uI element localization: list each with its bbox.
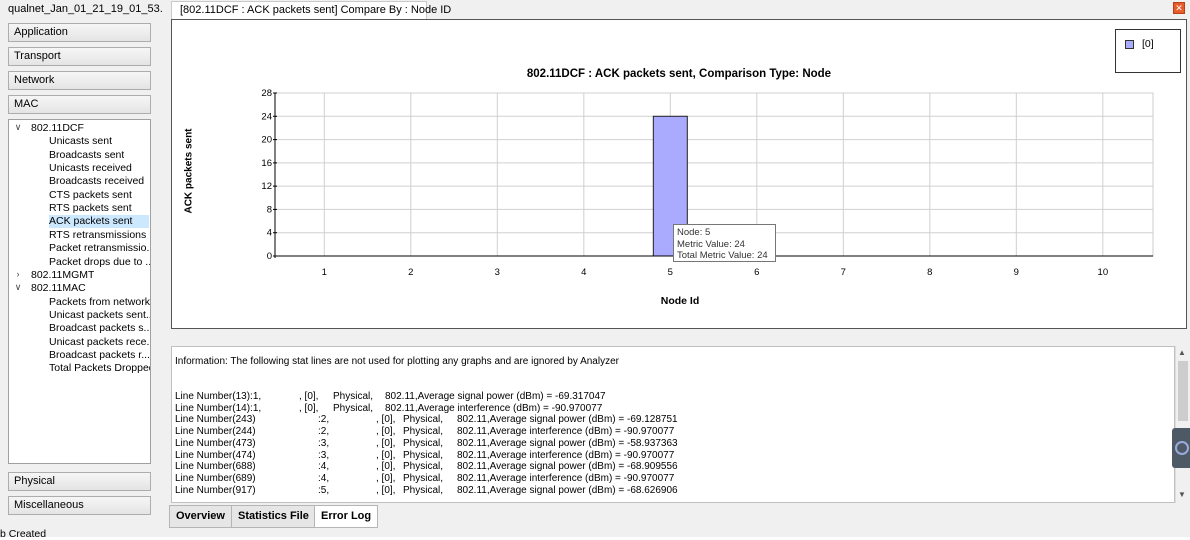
legend-label: [0]	[1142, 38, 1154, 50]
x-tick-label: 1	[322, 267, 327, 278]
scroll-up-icon[interactable]: ▲	[1178, 348, 1186, 357]
stat-line-number: Line Number(13):1,	[175, 391, 262, 402]
stat-line-text: 802.11,Average signal power (dBm) = -58.…	[457, 437, 678, 449]
chart-legend: [0]	[1115, 29, 1181, 73]
chart-title: 802.11DCF : ACK packets sent, Comparison…	[526, 68, 832, 80]
x-tick-label: 10	[1098, 267, 1109, 278]
tooltip-line: Total Metric Value: 24	[677, 250, 768, 261]
x-tick-label: 5	[668, 267, 673, 278]
scroll-down-icon[interactable]: ▼	[1178, 490, 1186, 499]
stat-line-node: :5,	[318, 484, 330, 496]
stat-line-text: 802.11,Average signal power (dBm) = -68.…	[457, 484, 678, 496]
stat-line-layer: Physical,	[403, 414, 444, 426]
stat-line-number: Line Number(243)	[175, 414, 256, 426]
stat-line-layer: Physical,	[403, 437, 444, 449]
stat-line-node: , [0],	[376, 426, 396, 438]
y-tick-label: 4	[267, 228, 272, 239]
status-text: b Created	[0, 528, 47, 540]
y-tick-label: 8	[267, 204, 272, 215]
stat-line-text: 802.11,Average signal power (dBm) = -69.…	[457, 414, 678, 426]
stat-line-number: Line Number(14):1,	[175, 402, 262, 414]
stat-line-node: , [0],	[376, 449, 396, 461]
stat-line-number: Line Number(688)	[175, 461, 256, 473]
stat-line-text: 802.11,Average signal power (dBm) = -68.…	[457, 461, 678, 473]
x-tick-label: 2	[408, 267, 413, 278]
x-tick-label: 9	[1014, 267, 1019, 278]
stat-line-node: :2,	[318, 426, 330, 438]
stat-line-node: , [0],	[376, 437, 396, 449]
y-tick-label: 28	[261, 88, 272, 99]
stat-line-layer: Physical,	[403, 461, 444, 473]
stat-line-number: Line Number(689)	[175, 472, 256, 484]
info-header: Information: The following stat lines ar…	[175, 356, 619, 367]
stat-line-node: , [0],	[299, 391, 319, 402]
stat-line-text: 802.11,Average signal power (dBm) = -69.…	[385, 391, 606, 402]
stat-line-node: , [0],	[376, 461, 396, 473]
y-tick-label: 20	[261, 135, 272, 146]
analyzer-window: qualnet_Jan_01_21_19_01_53.s... Applicat…	[0, 0, 1190, 540]
scroll-thumb[interactable]	[1178, 361, 1188, 421]
tab-overview[interactable]: Overview	[169, 505, 232, 528]
stat-line-text: 802.11,Average interference (dBm) = -90.…	[457, 426, 675, 438]
stat-line-text: 802.11,Average interference (dBm) = -90.…	[385, 402, 603, 414]
y-tick-label: 0	[267, 251, 272, 262]
stat-line-layer: Physical,	[403, 449, 444, 461]
bar-tooltip: Node: 5 Metric Value: 24 Total Metric Va…	[673, 224, 776, 262]
stat-line-node: , [0],	[299, 402, 319, 414]
expand-icon	[1175, 441, 1189, 455]
tab-statistics-file[interactable]: Statistics File	[231, 505, 316, 528]
y-axis-label: ACK packets sent	[183, 128, 195, 214]
stat-line-node: , [0],	[376, 484, 396, 496]
stat-line-layer: Physical,	[333, 402, 374, 414]
stat-line-node: , [0],	[376, 472, 396, 484]
x-tick-label: 6	[754, 267, 759, 278]
stat-line-layer: Physical,	[333, 391, 374, 402]
x-axis-label: Node Id	[660, 295, 700, 307]
tab-error-log[interactable]: Error Log	[314, 505, 379, 528]
y-tick-label: 16	[261, 158, 272, 169]
stat-line-number: Line Number(244)	[175, 426, 256, 438]
stat-line-number: Line Number(917)	[175, 484, 256, 496]
stat-line-layer: Physical,	[403, 472, 444, 484]
stat-line-node: :4,	[318, 472, 330, 484]
legend-swatch	[1125, 40, 1134, 49]
y-tick-label: 12	[261, 181, 272, 192]
stat-line-node: :3,	[318, 437, 330, 449]
tooltip-line: Metric Value: 24	[677, 238, 745, 250]
x-tick-label: 3	[495, 267, 500, 278]
stat-line-number: Line Number(474)	[175, 449, 256, 461]
stat-line-node: :2,	[318, 414, 330, 426]
x-tick-label: 7	[841, 267, 846, 278]
stat-line-layer: Physical,	[403, 484, 444, 496]
stat-line-node: :4,	[318, 461, 330, 473]
x-tick-label: 4	[581, 267, 586, 278]
tooltip-line: Node: 5	[677, 227, 711, 238]
stat-line-layer: Physical,	[403, 426, 444, 438]
stat-line-node: :3,	[318, 449, 330, 461]
stat-line-node: , [0],	[376, 414, 396, 426]
y-tick-label: 24	[261, 111, 272, 122]
x-tick-label: 8	[927, 267, 932, 278]
stat-line-number: Line Number(473)	[175, 437, 256, 449]
info-scrollbar[interactable]: ▲ ▼	[1175, 346, 1189, 503]
stat-line-text: 802.11,Average interference (dBm) = -90.…	[457, 449, 675, 461]
stat-line-text: 802.11,Average interference (dBm) = -90.…	[457, 472, 675, 484]
side-panel-handle[interactable]	[1172, 428, 1190, 468]
